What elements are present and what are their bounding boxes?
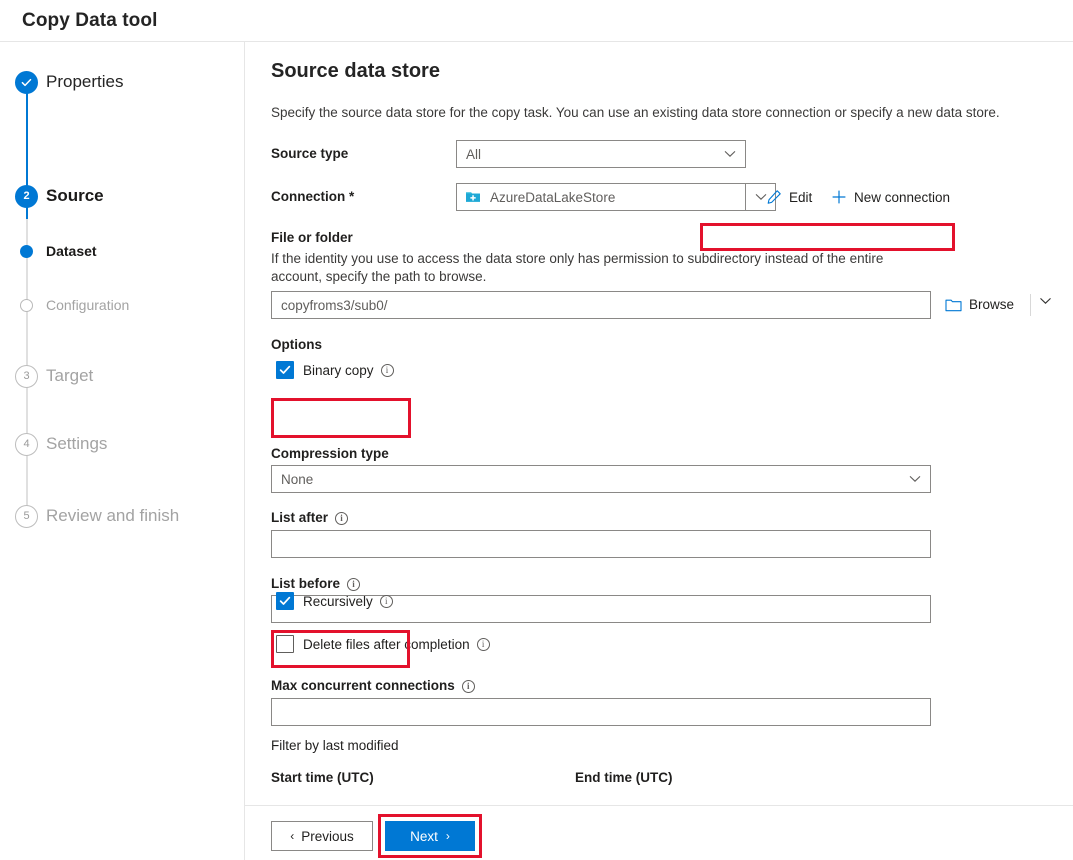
browse-dropdown-toggle[interactable] [1039,297,1052,305]
step-badge-configuration [20,298,33,312]
check-icon [279,365,291,374]
step-badge-dataset [20,244,33,258]
sidebar-label-target: Target [46,366,94,385]
sidebar-label-properties: Properties [46,72,124,91]
main-panel: Source data store Specify the source dat… [245,42,1073,860]
required-marker: * [349,189,355,204]
max-concurrent-connections-label: Max concurrent connections i [271,678,475,693]
step-badge-source: 2 [15,184,38,208]
info-icon-max-concurrent-connections[interactable]: i [461,679,475,693]
binary-copy-checkbox[interactable]: Binary copy i [276,361,394,379]
new-connection-button[interactable]: New connection [831,189,950,205]
connection-value: AzureDataLakeStore [490,189,616,205]
sidebar-item-configuration[interactable]: Configuration [0,290,245,320]
sidebar-label-configuration: Configuration [46,297,130,313]
sidebar-item-target[interactable]: 3 Target [0,361,245,391]
sidebar-item-dataset[interactable]: Dataset [0,236,245,266]
info-icon-delete-files[interactable]: i [476,637,490,651]
copy-data-tool-window: Copy Data tool Properties 2 Source Datas… [0,0,1073,860]
file-or-folder-label: File or folder [271,230,353,245]
list-before-label: List before i [271,576,361,591]
connection-label: Connection * [271,189,354,204]
previous-button-label: Previous [301,828,354,844]
pencil-icon [766,189,782,205]
browse-label: Browse [969,297,1015,312]
sidebar-label-dataset: Dataset [46,243,97,259]
filter-by-last-modified-label: Filter by last modified [271,738,399,753]
azure-data-lake-store-icon [466,192,480,202]
sidebar-item-source[interactable]: 2 Source [0,181,245,211]
checkbox-box-delete-files [276,635,294,653]
file-or-folder-input[interactable]: copyfroms3/sub0/ [271,291,931,319]
wizard-sidebar: Properties 2 Source Dataset Configuratio… [0,42,245,860]
browse-button[interactable]: Browse [945,297,1014,312]
max-concurrent-connections-input[interactable] [271,698,931,726]
end-time-label: End time (UTC) [575,770,673,785]
list-after-input[interactable] [271,530,931,558]
check-icon [279,596,291,605]
sidebar-label-settings: Settings [46,434,108,453]
checkbox-box-recursively [276,592,294,610]
source-type-label: Source type [271,146,349,161]
step-badge-properties [15,70,38,94]
edit-connection-button[interactable]: Edit [766,189,812,205]
next-button[interactable]: Next › [385,821,475,851]
source-type-select[interactable]: All [456,140,746,168]
source-data-store-pane: Source data store Specify the source dat… [245,42,1073,805]
compression-type-select[interactable]: None [271,465,931,493]
new-connection-label: New connection [854,189,951,205]
checkbox-box-binary-copy [276,361,294,379]
delete-files-checkbox[interactable]: Delete files after completion i [276,635,490,653]
sidebar-label-source: Source [46,186,104,205]
plus-icon [831,189,847,205]
previous-button[interactable]: ‹ Previous [271,821,373,851]
chevron-down-icon [900,466,930,492]
wizard-footer: ‹ Previous Next › [245,805,1073,860]
info-icon-list-before[interactable]: i [347,577,361,591]
file-or-folder-help: If the identity you use to access the da… [271,251,884,284]
chevron-down-icon [1040,298,1051,304]
chevron-down-icon [715,141,745,167]
sidebar-item-properties[interactable]: Properties [0,67,245,97]
start-time-label: Start time (UTC) [271,770,374,785]
window-title: Copy Data tool [22,10,158,31]
compression-type-value: None [281,471,314,487]
list-before-label-text: List before [271,576,341,591]
chevron-right-icon: › [445,829,450,843]
compression-type-label: Compression type [271,446,389,461]
next-button-label: Next [410,828,438,844]
source-type-value: All [466,146,482,162]
browse-divider [1030,294,1031,316]
sidebar-label-review-and-finish: Review and finish [46,506,180,525]
info-icon-recursively[interactable]: i [379,594,393,608]
delete-files-label: Delete files after completion [303,636,470,652]
edit-connection-label: Edit [789,189,813,205]
chevron-down-icon [755,194,766,200]
options-label: Options [271,337,322,352]
chevron-left-icon: ‹ [290,829,295,843]
step-badge-review-and-finish: 5 [15,504,38,528]
connection-select[interactable]: AzureDataLakeStore [456,183,746,211]
info-icon-binary-copy[interactable]: i [380,363,394,377]
window-titlebar: Copy Data tool [0,0,1073,42]
highlight-box-connection [700,223,955,251]
recursively-checkbox[interactable]: Recursively i [276,592,393,610]
recursively-label: Recursively [303,593,373,609]
list-after-label-text: List after [271,510,329,525]
highlight-box-binary-copy [271,398,411,438]
folder-icon [945,297,962,312]
step-badge-settings: 4 [15,432,38,456]
step-badge-target: 3 [15,364,38,388]
list-after-label: List after i [271,510,349,525]
page-description: Specify the source data store for the co… [271,105,1000,120]
binary-copy-label: Binary copy [303,362,374,378]
connection-label-text: Connection [271,189,346,204]
sidebar-item-review-and-finish[interactable]: 5 Review and finish [0,501,245,531]
file-or-folder-value: copyfroms3/sub0/ [281,297,388,313]
page-title: Source data store [271,60,440,82]
max-concurrent-connections-label-text: Max concurrent connections [271,678,455,693]
info-icon-list-after[interactable]: i [335,511,349,525]
sidebar-item-settings[interactable]: 4 Settings [0,429,245,459]
